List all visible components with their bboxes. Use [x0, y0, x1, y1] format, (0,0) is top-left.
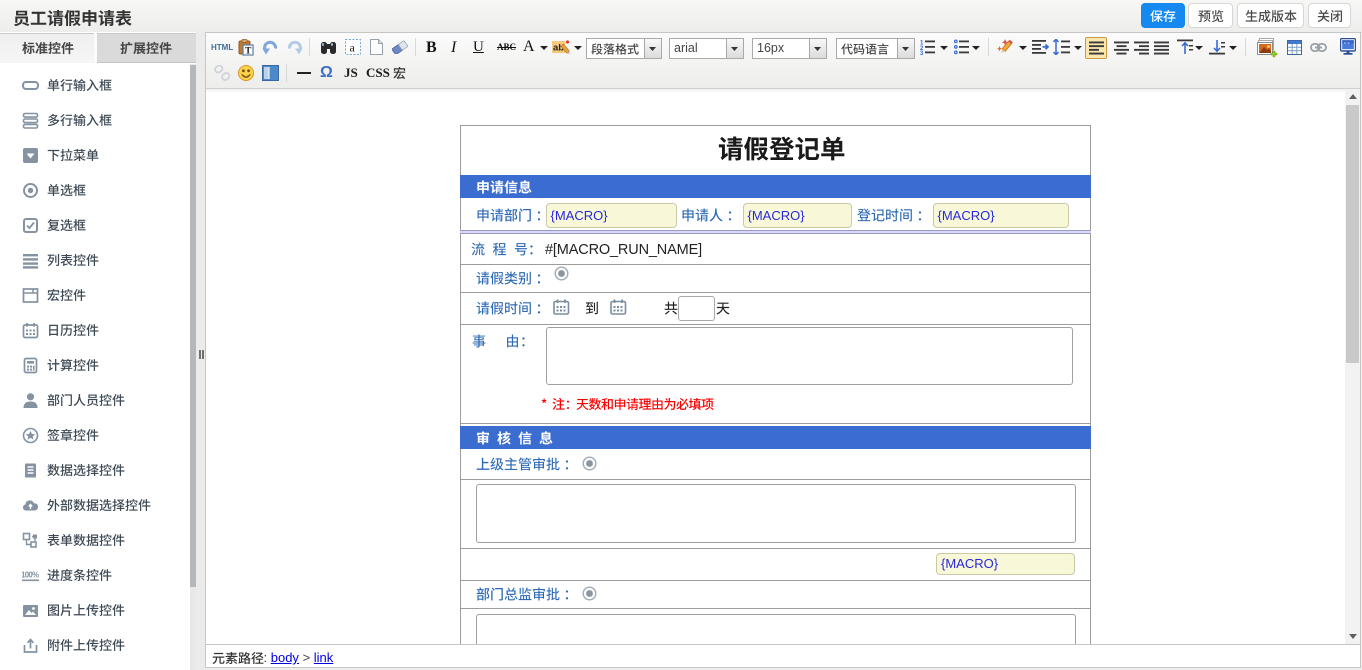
svg-text:3: 3 [920, 51, 924, 55]
svg-text:100%: 100% [22, 571, 39, 580]
svg-text:a: a [350, 41, 356, 55]
svg-text:T: T [245, 47, 252, 57]
